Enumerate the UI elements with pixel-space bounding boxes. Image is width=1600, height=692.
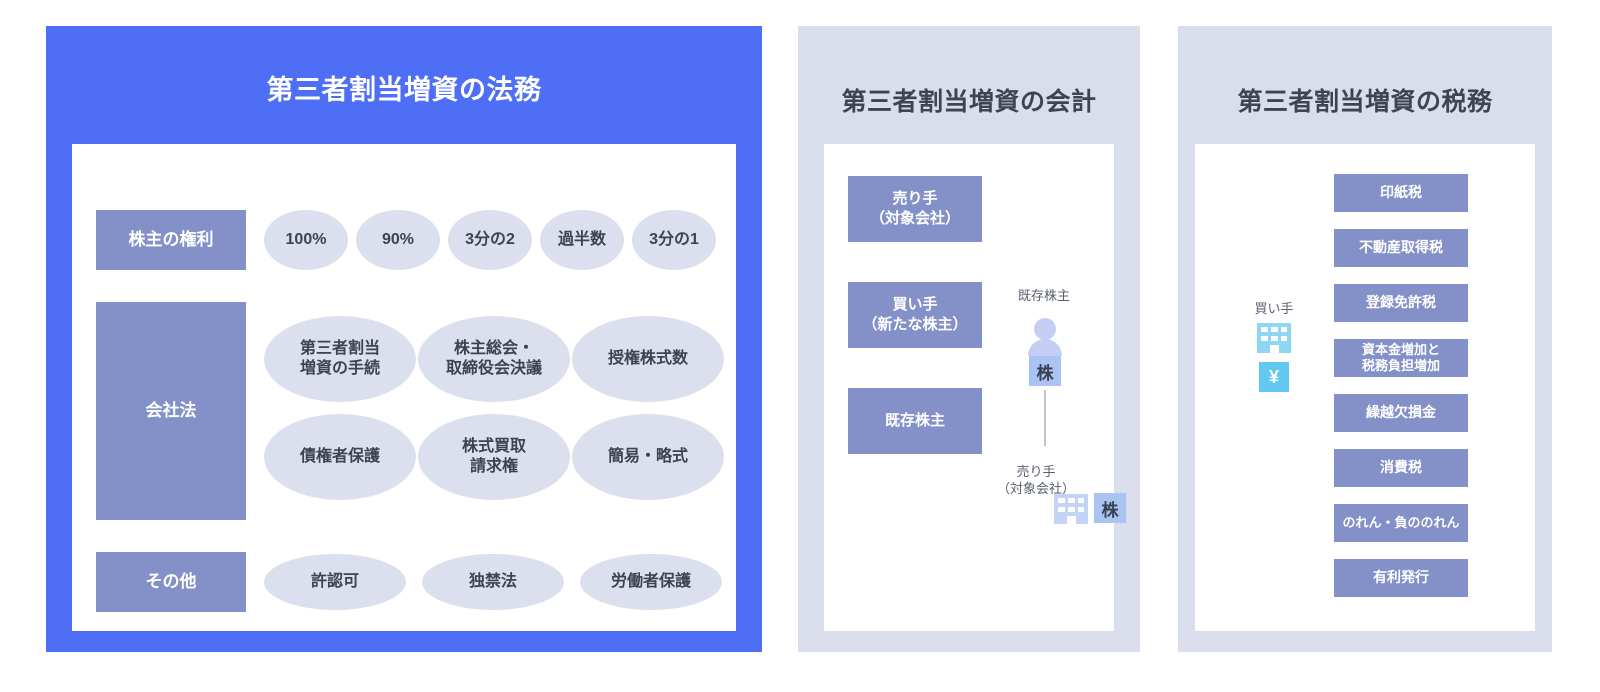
tax-box-capital-increase-burden[interactable]: 資本金増加と 税務負担増加 <box>1334 339 1468 377</box>
pill-company-creditor-protection[interactable]: 債権者保護 <box>264 414 416 500</box>
tax-box-loss-carryforward[interactable]: 繰越欠損金 <box>1334 394 1468 432</box>
pill-company-simplified[interactable]: 簡易・略式 <box>572 414 724 500</box>
panel-tax-card: 買い手 ¥ 印紙税 不動産取得税 登録免許税 資本金増加と 税務負担増加 繰越欠… <box>1195 144 1535 631</box>
pill-rights-one-third[interactable]: 3分の1 <box>632 210 716 270</box>
legal-row-companies-act: 会社法 第三者割当 増資の手続 株主総会・ 取締役会決議 授権株式数 債権者保護… <box>96 302 724 520</box>
tax-box-stamp-duty[interactable]: 印紙税 <box>1334 174 1468 212</box>
legal-row-shareholder-rights: 株主の権利 100% 90% 3分の2 過半数 3分の1 <box>96 210 716 270</box>
category-box-other[interactable]: その他 <box>96 552 246 612</box>
tax-box-consumption-tax[interactable]: 消費税 <box>1334 449 1468 487</box>
tax-box-real-estate-acquisition-tax[interactable]: 不動産取得税 <box>1334 229 1468 267</box>
tax-box-registration-license-tax[interactable]: 登録免許税 <box>1334 284 1468 322</box>
panel-tax: 第三者割当増資の税務 買い手 ¥ 印紙税 不動産取得税 登録免許税 資本金増加と… <box>1178 26 1552 652</box>
pill-company-resolution[interactable]: 株主総会・ 取締役会決議 <box>418 316 570 402</box>
actor-box-buyer[interactable]: 買い手 （新たな株主） <box>848 282 982 348</box>
flow-connector-line <box>1044 390 1046 446</box>
panel-accounting-title: 第三者割当増資の会計 <box>841 88 1097 116</box>
panel-tax-title: 第三者割当増資の税務 <box>1237 88 1493 116</box>
tax-box-goodwill[interactable]: のれん・負ののれん <box>1334 504 1468 542</box>
category-box-companies-act[interactable]: 会社法 <box>96 302 246 520</box>
pill-rights-majority[interactable]: 過半数 <box>540 210 624 270</box>
pill-rights-100[interactable]: 100% <box>264 210 348 270</box>
pill-rights-two-thirds[interactable]: 3分の2 <box>448 210 532 270</box>
tax-box-favorable-issuance[interactable]: 有利発行 <box>1334 559 1468 597</box>
building-icon <box>1054 494 1088 524</box>
share-badge-bottom: 株 <box>1094 493 1126 523</box>
actor-box-seller[interactable]: 売り手 （対象会社） <box>848 176 982 242</box>
pill-other-antitrust[interactable]: 独禁法 <box>422 554 564 610</box>
category-box-shareholder-rights[interactable]: 株主の権利 <box>96 210 246 270</box>
tax-buyer-group: 買い手 ¥ <box>1219 298 1329 392</box>
share-badge-top: 株 <box>1029 356 1061 386</box>
actor-box-existing-shareholder[interactable]: 既存株主 <box>848 388 982 454</box>
panel-legal: 第三者割当増資の法務 株主の権利 100% 90% 3分の2 過半数 3分の1 … <box>46 26 762 652</box>
yen-badge: ¥ <box>1259 362 1289 392</box>
pill-company-authorized-shares[interactable]: 授権株式数 <box>572 316 724 402</box>
panel-legal-title: 第三者割当増資の法務 <box>266 75 542 105</box>
pill-company-procedure[interactable]: 第三者割当 増資の手続 <box>264 316 416 402</box>
pill-rights-90[interactable]: 90% <box>356 210 440 270</box>
pill-other-permits[interactable]: 許認可 <box>264 554 406 610</box>
panel-accounting-card: 売り手 （対象会社） 買い手 （新たな株主） 既存株主 既存株主 株 売り手 （… <box>824 144 1126 631</box>
tax-buyer-label: 買い手 <box>1254 301 1294 316</box>
flow-label-existing-shareholder: 既存株主 <box>1017 288 1070 303</box>
panel-accounting: 第三者割当増資の会計 売り手 （対象会社） 買い手 （新たな株主） 既存株主 既… <box>798 26 1140 652</box>
pill-company-appraisal-right[interactable]: 株式買取 請求権 <box>418 414 570 500</box>
legal-row-other: その他 許認可 独禁法 労働者保護 <box>96 552 722 612</box>
person-icon <box>1028 318 1062 356</box>
panel-legal-card: 株主の権利 100% 90% 3分の2 過半数 3分の1 会社法 第三者割当 増… <box>72 144 736 631</box>
pill-other-labor-protection[interactable]: 労働者保護 <box>580 554 722 610</box>
building-icon <box>1257 323 1291 353</box>
